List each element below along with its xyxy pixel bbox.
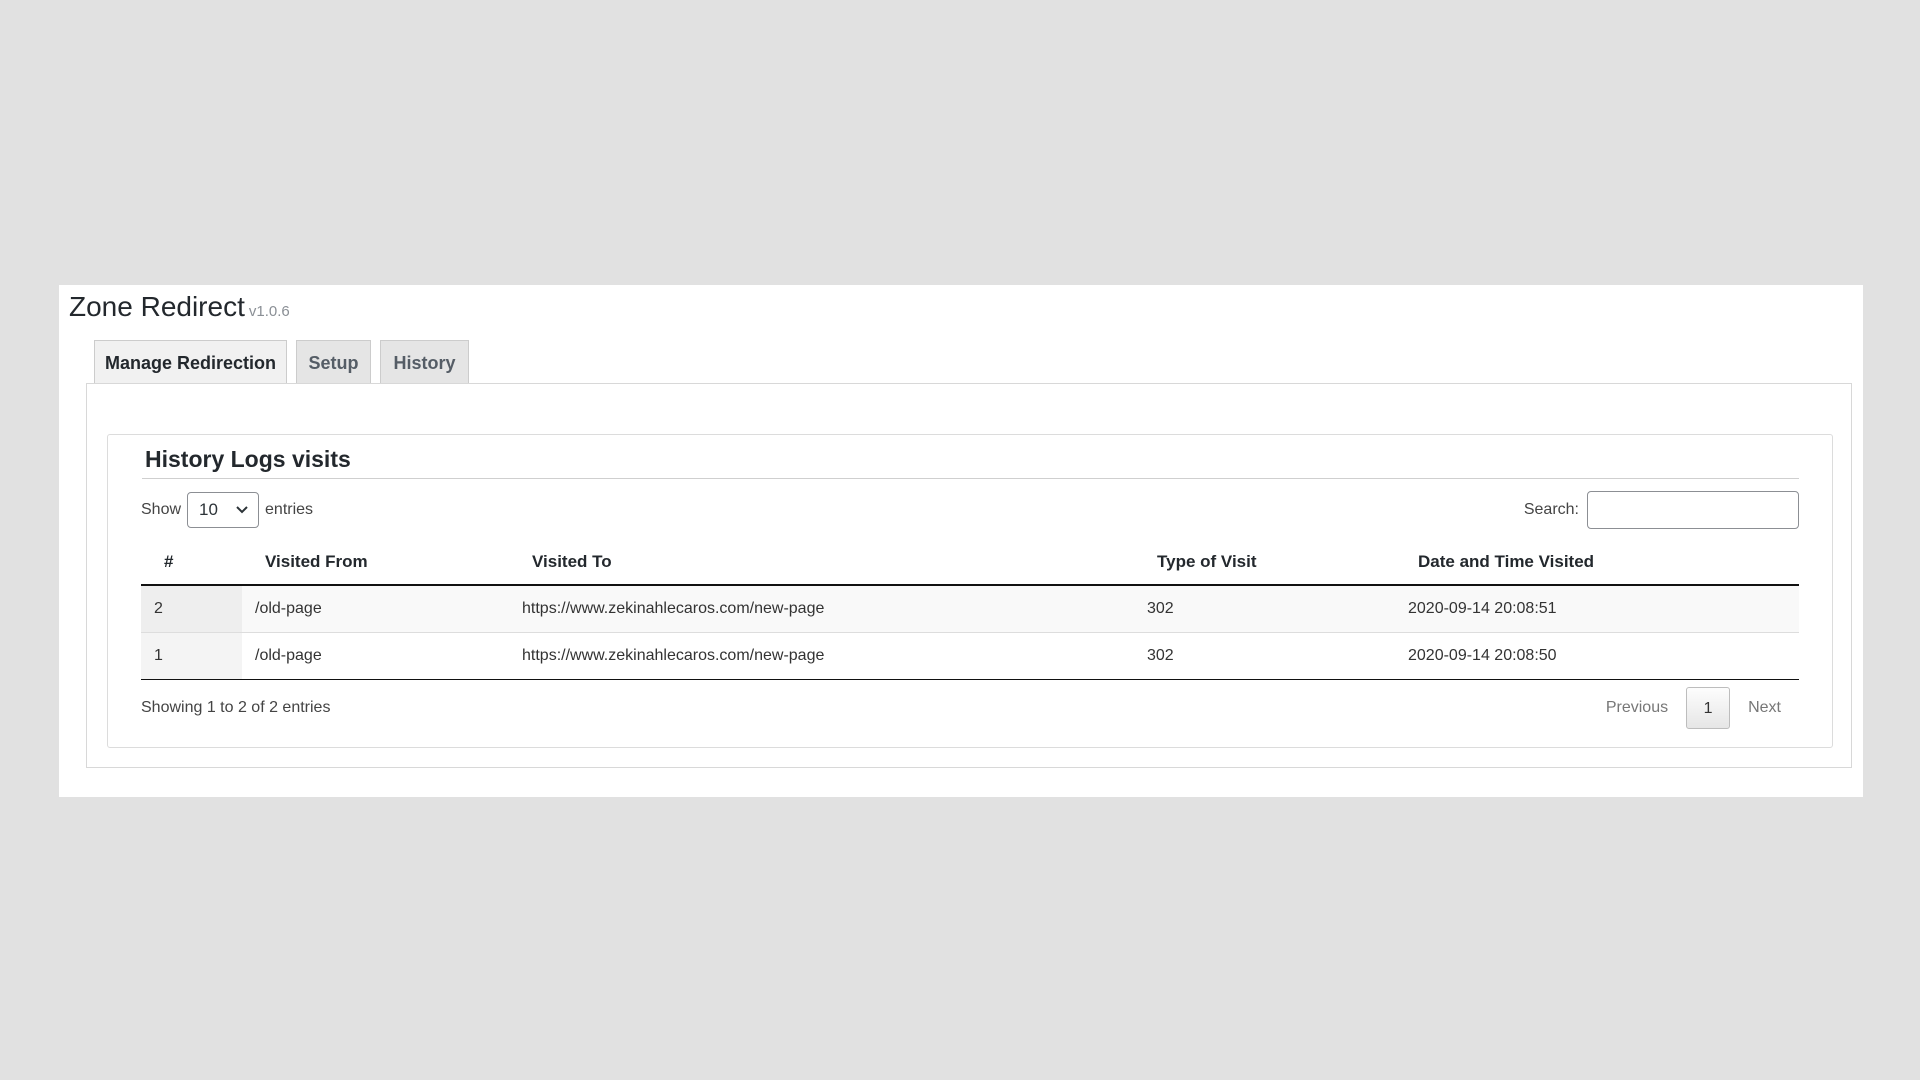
length-menu: Show 10 entries — [141, 491, 313, 529]
history-card: History Logs visits Show 10 entries Sear… — [107, 434, 1833, 748]
column-header-visited-to[interactable]: Visited To — [532, 552, 612, 572]
page-title: Zone Redirect v1.0.6 — [69, 291, 290, 323]
card-title: History Logs visits — [145, 446, 351, 472]
cell-visited-to: https://www.zekinahlecaros.com/new-page — [522, 600, 825, 617]
column-header-date-time[interactable]: Date and Time Visited — [1418, 552, 1594, 572]
column-header-number[interactable]: # — [164, 552, 173, 572]
cell-visited-from: /old-page — [255, 600, 322, 617]
tab-content: History Logs visits Show 10 entries Sear… — [86, 383, 1852, 768]
pagination: Previous 1 Next — [1588, 686, 1799, 730]
entries-select[interactable]: 10 — [187, 492, 260, 528]
show-label: Show — [141, 501, 182, 518]
cell-date-time: 2020-09-14 20:08:50 — [1408, 647, 1557, 664]
previous-button[interactable]: Previous — [1588, 699, 1686, 717]
app-title: Zone Redirect — [69, 291, 245, 322]
cell-number: 1 — [154, 647, 163, 664]
page-1-button[interactable]: 1 — [1686, 687, 1731, 729]
table-info: Showing 1 to 2 of 2 entries — [141, 699, 331, 716]
next-button[interactable]: Next — [1730, 699, 1799, 717]
chevron-down-icon — [236, 506, 248, 514]
cell-type-of-visit: 302 — [1147, 600, 1174, 617]
cell-date-time: 2020-09-14 20:08:51 — [1408, 600, 1557, 617]
plugin-panel: Zone Redirect v1.0.6 Manage Redirection S… — [59, 285, 1863, 797]
table-row: 2 /old-page https://www.zekinahlecaros.c… — [141, 586, 1799, 633]
divider — [142, 478, 1799, 479]
app-version: v1.0.6 — [248, 303, 290, 320]
search-row: Search: — [1524, 490, 1799, 530]
table-row: 1 /old-page https://www.zekinahlecaros.c… — [141, 633, 1799, 680]
cell-number: 2 — [154, 600, 163, 617]
entries-select-value: 10 — [199, 500, 218, 519]
search-input[interactable] — [1587, 491, 1799, 529]
cell-visited-to: https://www.zekinahlecaros.com/new-page — [522, 647, 825, 664]
history-table: # Visited From Visited To Type of Visit … — [141, 540, 1799, 680]
column-header-type-of-visit[interactable]: Type of Visit — [1157, 552, 1257, 572]
tab-manage-redirection[interactable]: Manage Redirection — [94, 340, 287, 385]
tab-setup[interactable]: Setup — [296, 340, 371, 384]
search-label: Search: — [1523, 501, 1579, 518]
cell-visited-from: /old-page — [255, 647, 322, 664]
cell-type-of-visit: 302 — [1147, 647, 1174, 664]
tab-history[interactable]: History — [380, 340, 469, 384]
table-header: # Visited From Visited To Type of Visit … — [141, 540, 1799, 586]
column-header-visited-from[interactable]: Visited From — [265, 552, 368, 572]
entries-label: entries — [265, 501, 314, 518]
